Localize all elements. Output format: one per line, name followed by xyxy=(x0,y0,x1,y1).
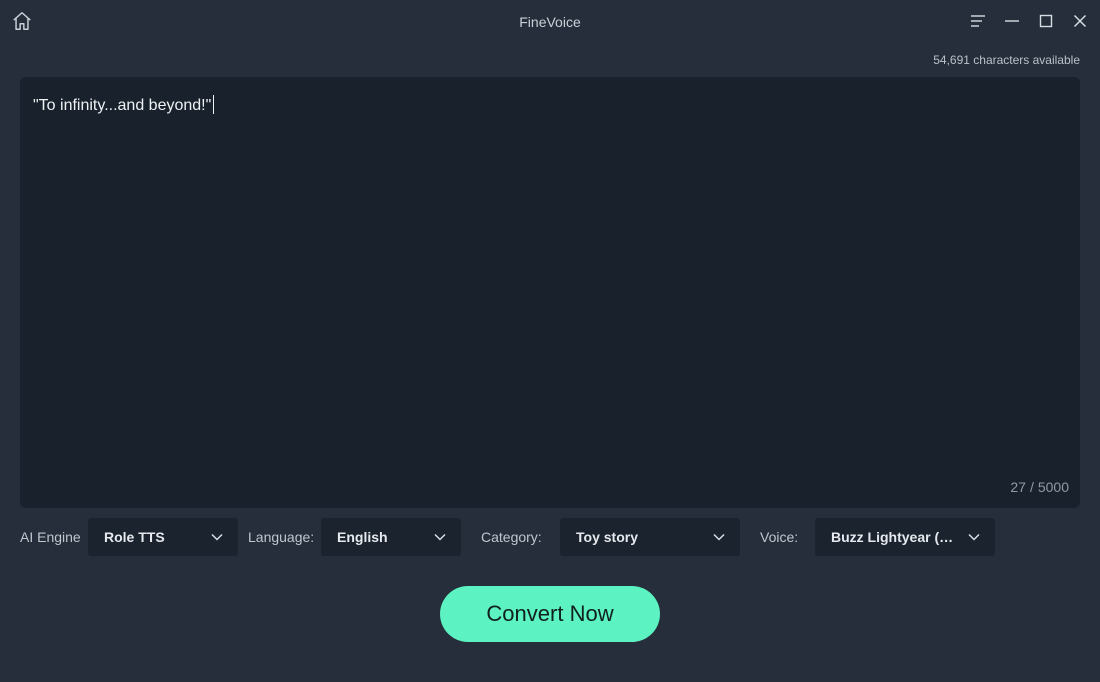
voice-select[interactable]: Buzz Lightyear (Ti... xyxy=(815,518,995,556)
options-row: AI Engine Role TTS Language: English Cat… xyxy=(20,518,1080,556)
chevron-down-icon xyxy=(211,533,223,541)
character-counter: 27/5000 xyxy=(1010,479,1069,495)
minimize-button[interactable] xyxy=(1000,10,1024,32)
voice-label: Voice: xyxy=(760,529,799,545)
maximize-button[interactable] xyxy=(1034,10,1058,32)
language-label: Language: xyxy=(248,529,315,545)
editor-content[interactable]: "To infinity...and beyond!" xyxy=(33,95,215,115)
language-select[interactable]: English xyxy=(321,518,461,556)
engine-label: AI Engine xyxy=(20,529,81,545)
chevron-down-icon xyxy=(713,533,725,541)
text-caret xyxy=(213,95,215,114)
editor-text: "To infinity...and beyond!" xyxy=(33,97,212,114)
counter-separator: / xyxy=(1029,479,1034,495)
category-select[interactable]: Toy story xyxy=(560,518,740,556)
maximize-icon xyxy=(1039,14,1053,28)
app-window: FineVoice 54,691 characters available "T… xyxy=(0,0,1100,682)
category-value: Toy story xyxy=(576,529,638,545)
counter-max: 5000 xyxy=(1037,479,1069,495)
chevron-down-icon xyxy=(968,533,980,541)
language-value: English xyxy=(337,529,388,545)
convert-now-button[interactable]: Convert Now xyxy=(440,586,660,642)
category-label: Category: xyxy=(481,529,542,545)
close-icon xyxy=(1073,14,1087,28)
engine-select[interactable]: Role TTS xyxy=(88,518,238,556)
menu-button[interactable] xyxy=(966,10,990,32)
voice-value: Buzz Lightyear (Ti... xyxy=(831,529,959,545)
chevron-down-icon xyxy=(434,533,446,541)
app-title: FineVoice xyxy=(519,14,581,30)
minimize-icon xyxy=(1005,20,1019,22)
engine-value: Role TTS xyxy=(104,529,165,545)
window-controls xyxy=(966,10,1092,32)
characters-available: 54,691 characters available xyxy=(933,53,1080,67)
hamburger-menu-icon xyxy=(971,15,985,27)
close-button[interactable] xyxy=(1068,10,1092,32)
text-input-area[interactable]: "To infinity...and beyond!" 27/5000 xyxy=(20,77,1080,508)
title-bar: FineVoice xyxy=(0,0,1100,44)
counter-current: 27 xyxy=(1010,479,1026,495)
